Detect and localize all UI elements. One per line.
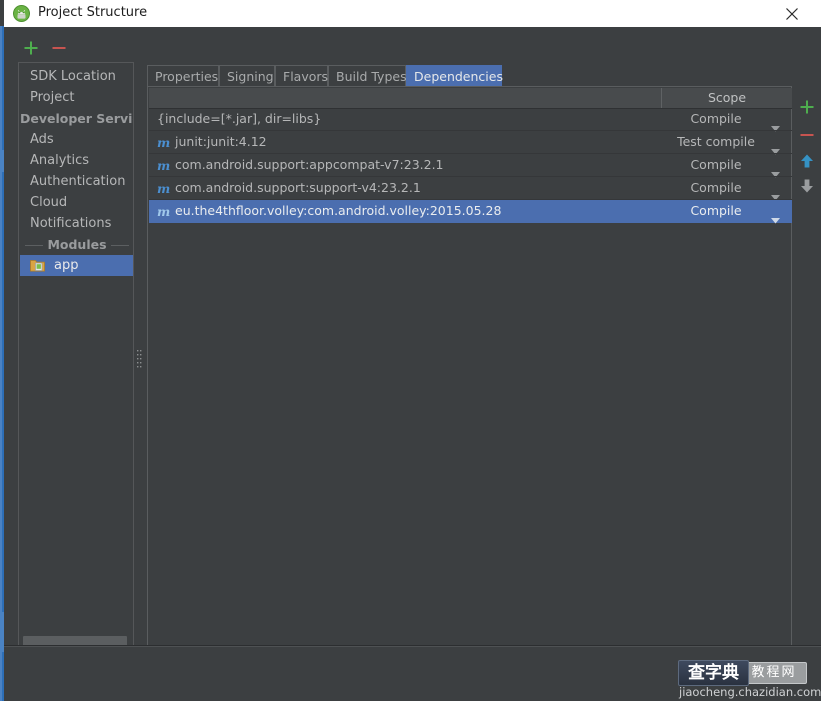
move-down-button[interactable] <box>797 176 817 196</box>
panel-splitter[interactable] <box>135 62 143 654</box>
modules-toolbar <box>14 37 134 61</box>
dependency-scope[interactable]: Compile <box>661 203 771 218</box>
dependency-name: junit:junit:4.12 <box>175 134 267 149</box>
sidebar-item-app[interactable]: app <box>20 255 134 276</box>
chevron-down-icon[interactable] <box>771 186 780 192</box>
tab-label: Build Types <box>336 69 407 84</box>
sidebar-item-ads[interactable]: Ads <box>20 129 134 150</box>
chevron-down-icon[interactable] <box>771 140 780 146</box>
watermark: 教程网 查字典 jiaocheng.chazidian.com <box>678 660 815 698</box>
dependency-name: com.android.support:appcompat-v7:23.2.1 <box>175 157 444 172</box>
sidebar-item-label: Cloud <box>30 195 67 210</box>
chevron-down-icon[interactable] <box>771 117 780 123</box>
watermark-badge-secondary: 教程网 <box>741 662 807 684</box>
sidebar-item-notifications[interactable]: Notifications <box>20 213 134 234</box>
tab-signing[interactable]: Signing <box>219 65 275 86</box>
window-title: Project Structure <box>38 5 147 20</box>
plus-icon <box>20 37 42 59</box>
tab-properties[interactable]: Properties <box>147 65 219 86</box>
minus-icon <box>797 125 817 145</box>
dependency-actions-toolbar <box>794 86 821 661</box>
chevron-down-icon[interactable] <box>771 163 780 169</box>
sidebar-item-label: Analytics <box>30 153 89 168</box>
add-dependency-button[interactable] <box>797 97 817 117</box>
remove-module-button[interactable] <box>48 37 70 59</box>
move-up-button[interactable] <box>797 151 817 171</box>
dependency-name: {include=[*.jar], dir=libs} <box>157 111 321 126</box>
sidebar-item-authentication[interactable]: Authentication <box>20 171 134 192</box>
dependency-name: eu.the4thfloor.volley:com.android.volley… <box>175 203 501 218</box>
tab-label: Flavors <box>283 69 328 84</box>
sidebar-item-label: app <box>54 258 78 273</box>
sidebar-item-sdk-location[interactable]: SDK Location <box>20 66 134 87</box>
tab-flavors[interactable]: Flavors <box>275 65 328 86</box>
chevron-down-icon[interactable] <box>771 209 780 215</box>
close-icon <box>785 7 799 21</box>
plus-icon <box>797 97 817 117</box>
watermark-badge-primary: 查字典 <box>678 660 749 686</box>
dependencies-panel: Scope {include=[*.jar], dir=libs} Compil… <box>147 86 792 661</box>
sidebar-item-label: SDK Location <box>30 69 116 84</box>
sidebar-header-label: Developer Services <box>20 111 134 126</box>
tab-label: Signing <box>227 69 274 84</box>
separator-rule-left <box>25 245 43 246</box>
sidebar-item-label: Authentication <box>30 174 125 189</box>
sidebar-item-label: Project <box>30 90 74 105</box>
android-studio-icon <box>13 5 30 22</box>
dependency-scope[interactable]: Compile <box>661 180 771 195</box>
maven-library-icon: m <box>157 204 170 219</box>
maven-library-icon: m <box>157 135 170 150</box>
dependency-scope[interactable]: Compile <box>661 111 771 126</box>
sidebar-header-developer-services: Developer Services <box>20 108 134 129</box>
tab-label: Properties <box>155 69 218 84</box>
tab-label: Dependencies <box>414 69 503 84</box>
tab-build-types[interactable]: Build Types <box>328 65 406 86</box>
dependency-scope[interactable]: Test compile <box>661 134 771 149</box>
column-header-scope[interactable]: Scope <box>661 88 792 108</box>
maven-library-icon: m <box>157 181 170 196</box>
dependency-name: com.android.support:support-v4:23.2.1 <box>175 180 421 195</box>
sidebar-separator-modules: Modules <box>20 234 134 255</box>
sidebar-item-project[interactable]: Project <box>20 87 134 108</box>
table-header: Scope <box>149 88 792 109</box>
column-header-name[interactable] <box>149 88 661 108</box>
module-folder-icon <box>30 258 45 272</box>
table-row[interactable]: {include=[*.jar], dir=libs} Compile <box>149 108 792 131</box>
table-row[interactable]: m com.android.support:appcompat-v7:23.2.… <box>149 154 792 177</box>
splitter-grip-icon <box>137 350 142 372</box>
sidebar: SDK Location Project Developer Services … <box>18 62 134 654</box>
arrow-up-icon <box>797 151 817 171</box>
arrow-down-icon <box>797 176 817 196</box>
table-row[interactable]: m junit:junit:4.12 Test compile <box>149 131 792 154</box>
watermark-url: jiaocheng.chazidian.com <box>679 685 816 699</box>
dependency-scope[interactable]: Compile <box>661 157 771 172</box>
maven-library-icon: m <box>157 158 170 173</box>
table-row[interactable]: m com.android.support:support-v4:23.2.1 … <box>149 177 792 200</box>
title-bar: Project Structure <box>4 0 821 28</box>
dialog-body: SDK Location Project Developer Services … <box>4 27 821 701</box>
minus-icon <box>48 37 70 59</box>
sidebar-separator-label: Modules <box>47 237 106 252</box>
project-structure-window: Project Structure <box>0 0 821 701</box>
add-module-button[interactable] <box>20 37 42 59</box>
sidebar-item-label: Ads <box>30 132 54 147</box>
table-row[interactable]: m eu.the4thfloor.volley:com.android.voll… <box>149 200 792 223</box>
tab-dependencies[interactable]: Dependencies <box>406 65 502 87</box>
sidebar-item-label: Notifications <box>30 216 111 231</box>
sidebar-item-analytics[interactable]: Analytics <box>20 150 134 171</box>
remove-dependency-button[interactable] <box>797 125 817 145</box>
sidebar-item-cloud[interactable]: Cloud <box>20 192 134 213</box>
close-button[interactable] <box>773 0 813 27</box>
separator-rule-right <box>111 245 129 246</box>
